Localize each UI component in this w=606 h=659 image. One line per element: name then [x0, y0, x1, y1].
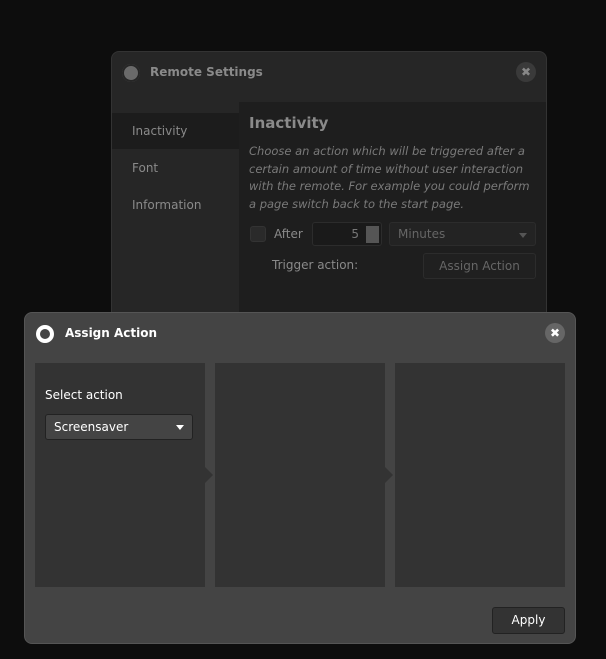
- trigger-label: Trigger action:: [272, 258, 359, 272]
- arrow-notch: [205, 467, 213, 483]
- content-panel: [239, 102, 546, 330]
- gear-icon: [36, 325, 54, 343]
- action-column-2: [215, 363, 393, 587]
- selected-action: Screensaver: [54, 420, 129, 434]
- assign-action-button[interactable]: Assign Action: [423, 253, 536, 279]
- after-label: After: [274, 227, 303, 241]
- section-description: Choose an action which will be triggered…: [249, 144, 530, 211]
- chevron-down-icon: [519, 233, 527, 238]
- dialog-title: Remote Settings: [150, 65, 263, 79]
- section-heading: Inactivity: [249, 114, 329, 132]
- unit-value: Minutes: [398, 227, 446, 241]
- stepper-arrows-icon[interactable]: [366, 226, 379, 243]
- after-checkbox[interactable]: [250, 226, 266, 242]
- unit-select[interactable]: Minutes: [389, 222, 536, 246]
- action-column-1: Select action Screensaver: [35, 363, 213, 587]
- close-icon[interactable]: ✖: [516, 62, 536, 82]
- chevron-down-icon: [176, 425, 184, 430]
- arrow-notch: [385, 467, 393, 483]
- remote-settings-dialog: Remote Settings ✖ Inactivity Font Inform…: [111, 51, 547, 331]
- after-value-stepper[interactable]: 5: [312, 222, 382, 246]
- apply-button[interactable]: Apply: [492, 607, 565, 634]
- select-action-label: Select action: [45, 388, 123, 402]
- action-select[interactable]: Screensaver: [45, 414, 193, 440]
- sidebar-item-information[interactable]: Information: [112, 187, 239, 223]
- assign-action-dialog: Assign Action ✖ Select action Screensave…: [24, 312, 576, 644]
- sidebar-item-font[interactable]: Font: [112, 150, 239, 186]
- dialog-title: Assign Action: [65, 326, 158, 340]
- sidebar-item-inactivity[interactable]: Inactivity: [112, 113, 239, 149]
- close-icon[interactable]: ✖: [545, 323, 565, 343]
- after-value: 5: [351, 227, 359, 241]
- gear-icon: [122, 64, 140, 82]
- action-column-3: [395, 363, 565, 587]
